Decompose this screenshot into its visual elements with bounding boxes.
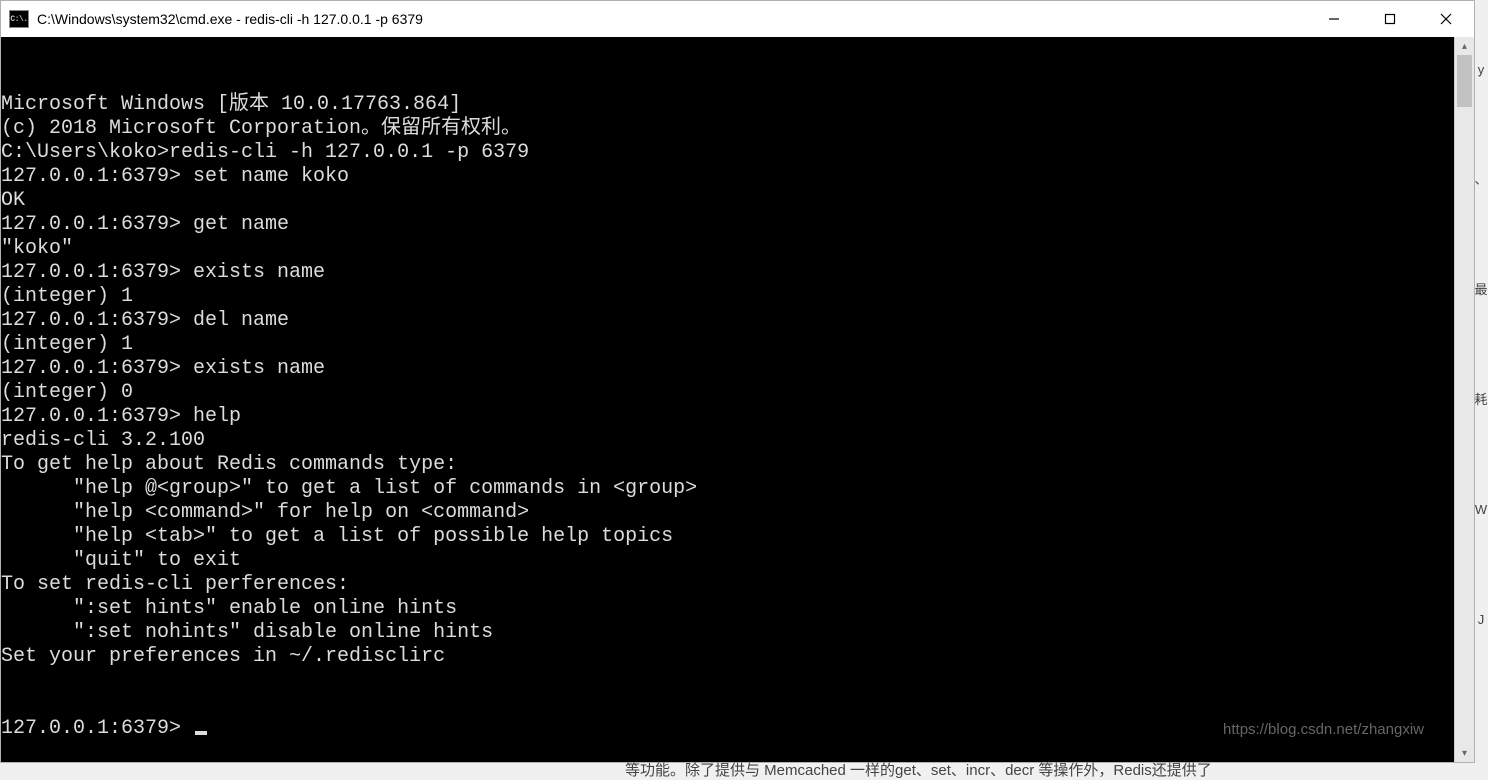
terminal-line: 127.0.0.1:6379> help (1, 405, 1454, 429)
terminal-line: OK (1, 189, 1454, 213)
right-strip-char: W (1474, 480, 1488, 540)
page-right-strip: y 、最耗WJ (1474, 40, 1488, 700)
scrollbar-thumb[interactable] (1457, 55, 1472, 107)
maximize-button[interactable] (1362, 1, 1418, 37)
terminal-area: Microsoft Windows [版本 10.0.17763.864](c)… (1, 37, 1474, 762)
terminal-line: ":set nohints" disable online hints (1, 621, 1454, 645)
window-title: C:\Windows\system32\cmd.exe - redis-cli … (37, 11, 1306, 27)
terminal-line: 127.0.0.1:6379> set name koko (1, 165, 1454, 189)
window-controls (1306, 1, 1474, 37)
terminal-line: To get help about Redis commands type: (1, 453, 1454, 477)
terminal-line: 127.0.0.1:6379> del name (1, 309, 1454, 333)
terminal-line: "help @<group>" to get a list of command… (1, 477, 1454, 501)
cmd-window: C:\. C:\Windows\system32\cmd.exe - redis… (0, 0, 1475, 763)
terminal-line: ":set hints" enable online hints (1, 597, 1454, 621)
terminal-prompt: 127.0.0.1:6379> (1, 717, 193, 740)
cmd-icon-text: C:\. (10, 15, 27, 24)
right-strip-char: J (1474, 590, 1488, 650)
terminal-content[interactable]: Microsoft Windows [版本 10.0.17763.864](c)… (1, 37, 1454, 762)
right-strip-char: y (1474, 40, 1488, 100)
minimize-icon (1328, 13, 1340, 25)
page-bottom-partial-text: 等功能。除了提供与 Memcached 一样的get、set、incr、decr… (625, 759, 1488, 780)
terminal-line: (integer) 1 (1, 333, 1454, 357)
terminal-line: Set your preferences in ~/.redisclirc (1, 645, 1454, 669)
cursor (195, 731, 207, 735)
close-icon (1440, 13, 1452, 25)
terminal-prompt-line: 127.0.0.1:6379> (1, 717, 1454, 741)
scroll-up-arrow-icon[interactable]: ▴ (1455, 37, 1474, 55)
terminal-line: (c) 2018 Microsoft Corporation。保留所有权利。 (1, 117, 1454, 141)
terminal-line: 127.0.0.1:6379> exists name (1, 261, 1454, 285)
terminal-line: C:\Users\koko>redis-cli -h 127.0.0.1 -p … (1, 141, 1454, 165)
terminal-line: redis-cli 3.2.100 (1, 429, 1454, 453)
terminal-line: (integer) 1 (1, 285, 1454, 309)
terminal-line: To set redis-cli perferences: (1, 573, 1454, 597)
terminal-line: 127.0.0.1:6379> exists name (1, 357, 1454, 381)
cmd-icon: C:\. (9, 10, 29, 28)
titlebar[interactable]: C:\. C:\Windows\system32\cmd.exe - redis… (1, 1, 1474, 37)
maximize-icon (1384, 13, 1396, 25)
right-strip-char: 、 (1474, 150, 1488, 210)
close-button[interactable] (1418, 1, 1474, 37)
terminal-line: "help <command>" for help on <command> (1, 501, 1454, 525)
terminal-line: (integer) 0 (1, 381, 1454, 405)
terminal-line: "koko" (1, 237, 1454, 261)
terminal-line: Microsoft Windows [版本 10.0.17763.864] (1, 93, 1454, 117)
right-strip-char: 最 (1474, 260, 1488, 320)
minimize-button[interactable] (1306, 1, 1362, 37)
terminal-line: 127.0.0.1:6379> get name (1, 213, 1454, 237)
right-strip-char: 耗 (1474, 370, 1488, 430)
vertical-scrollbar[interactable]: ▴ ▾ (1454, 37, 1474, 762)
terminal-line: "quit" to exit (1, 549, 1454, 573)
terminal-line: "help <tab>" to get a list of possible h… (1, 525, 1454, 549)
